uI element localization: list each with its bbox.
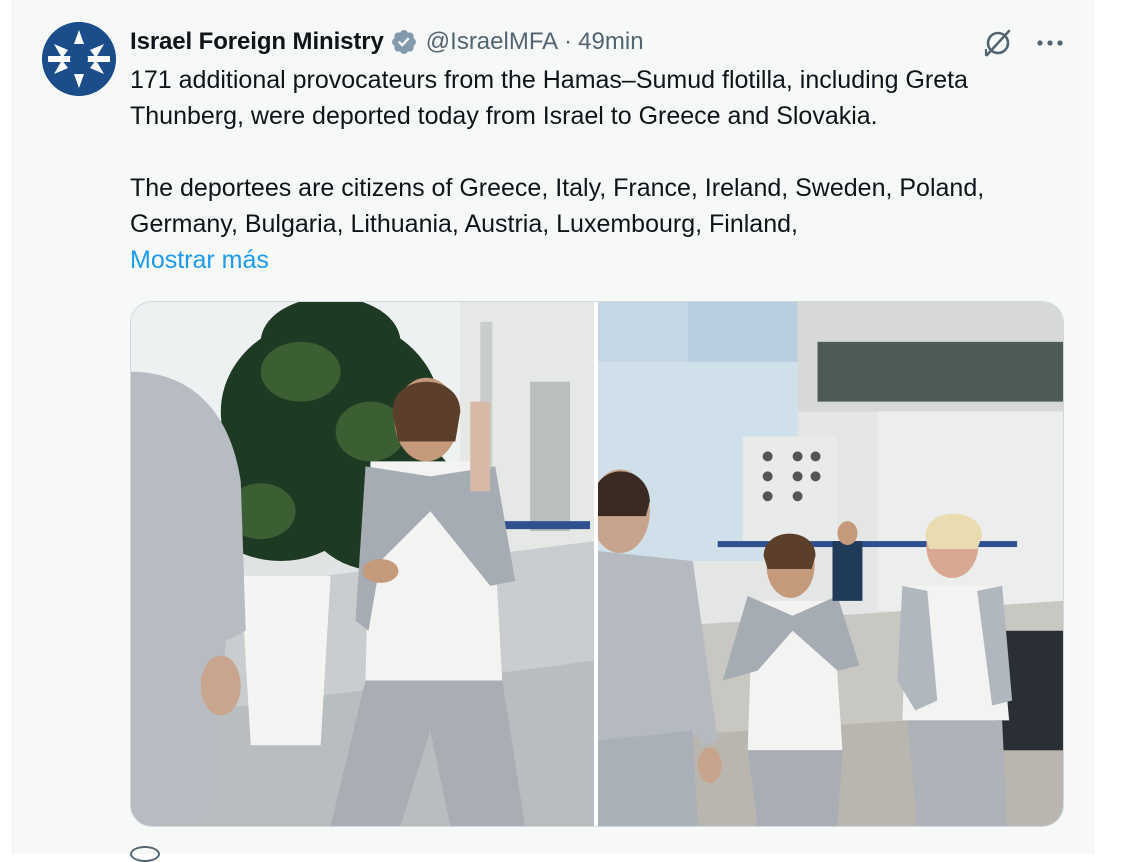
tweet-photo-2[interactable] [598,302,1063,826]
tweet-photo-1[interactable] [131,302,594,826]
more-options-icon[interactable] [1033,26,1067,60]
tweet-paragraph-2: The deportees are citizens of Greece, It… [130,174,985,238]
reply-icon[interactable] [130,846,160,862]
timeline-column: Israel Foreign Ministry @IsraelMFA · 49m… [12,0,1095,862]
author-handle[interactable]: @IsraelMFA [426,28,558,56]
verified-badge-icon [390,28,418,56]
tweet-paragraph-1: 171 additional provocateurs from the Ham… [130,66,968,130]
show-more-link[interactable]: Mostrar más [130,242,269,278]
tweet[interactable]: Israel Foreign Ministry @IsraelMFA · 49m… [13,0,1095,862]
author-display-name[interactable]: Israel Foreign Ministry [130,28,384,56]
tweet-header: Israel Foreign Ministry @IsraelMFA · 49m… [130,24,644,60]
separator-dot: · [564,28,573,55]
mfa-star-emblem-icon [42,22,116,96]
tweet-media-grid [130,301,1064,827]
tweet-text: 171 additional provocateurs from the Ham… [130,62,1080,278]
tweet-timestamp[interactable]: 49min [578,28,643,56]
grok-icon[interactable] [981,26,1015,60]
tweet-top-actions [981,26,1067,60]
avatar[interactable] [42,22,116,96]
